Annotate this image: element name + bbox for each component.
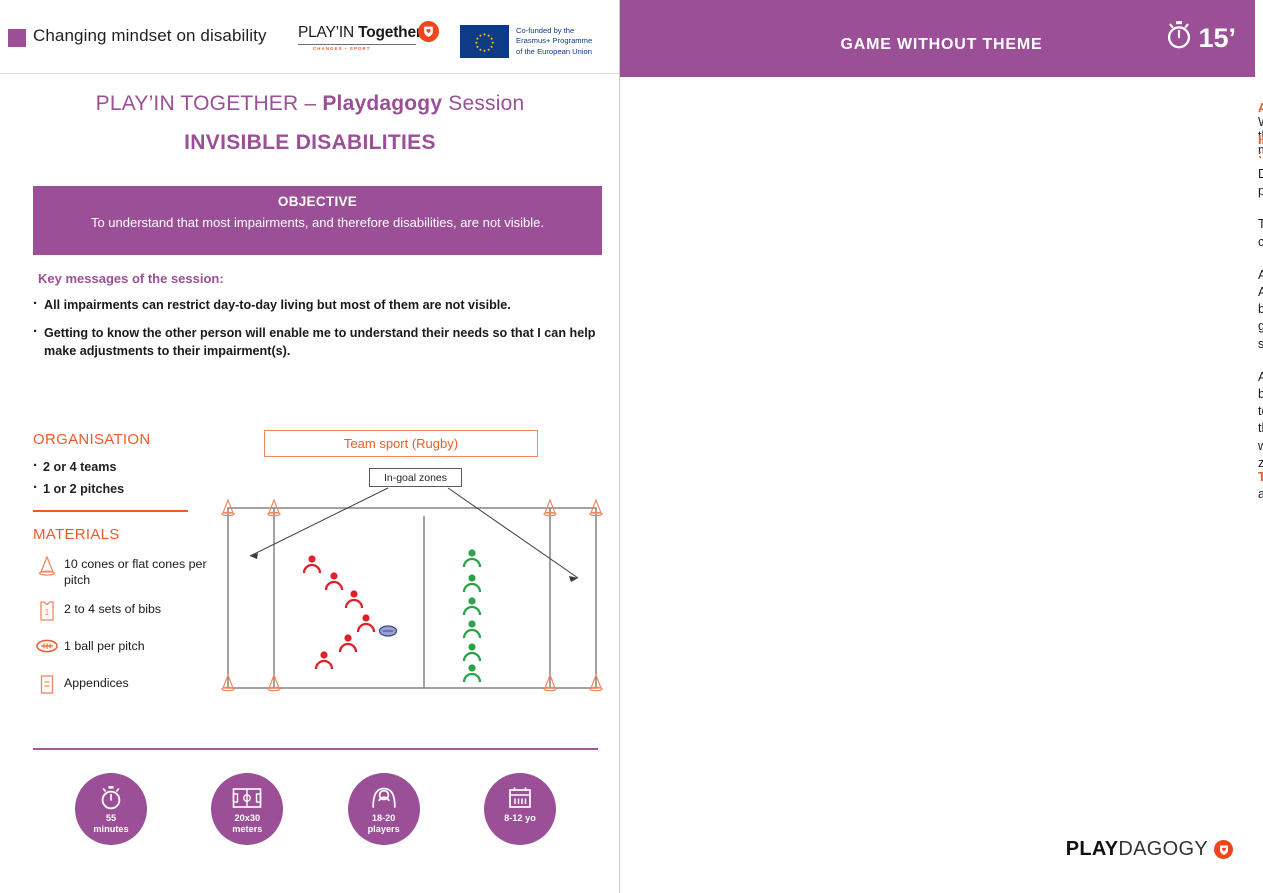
duration-value: 15’ — [1198, 23, 1236, 53]
shield-heart-icon — [418, 21, 439, 42]
round-over-row: The round is over : after a 5 minute mat… — [1258, 469, 1263, 503]
material-label: 1 ball per pitch — [64, 639, 145, 653]
banner-title: Changing mindset on disability — [33, 26, 267, 45]
shield-heart-icon — [1214, 840, 1233, 859]
left-column: Changing mindset on disability PLAY’IN T… — [0, 0, 620, 893]
stat-badge-pitch-size: 20x30 meters — [211, 773, 284, 845]
banner-square-marker — [8, 29, 26, 47]
page-root: Changing mindset on disability PLAY’IN T… — [0, 0, 1263, 893]
stat-line2: players — [367, 823, 400, 834]
key-messages-heading: Key messages of the session: — [38, 271, 224, 286]
logo-main: PLAY’IN — [298, 24, 359, 41]
materials-list: 10 cones or flat cones per pitch 1 2 to … — [30, 554, 225, 710]
material-label: 2 to 4 sets of bibs — [64, 602, 162, 616]
stopwatch-icon — [98, 784, 124, 811]
pitch-diagram: In-goal zones — [212, 468, 612, 708]
rugby-ball-icon — [30, 636, 64, 655]
instructions-label: Instructions : — [1258, 133, 1263, 161]
instructions-label-row: Instructions : — [1258, 133, 1263, 161]
calendar-icon — [507, 784, 533, 811]
key-messages-list: All impairments can restrict day-to-day … — [33, 295, 598, 370]
section-divider — [33, 510, 188, 512]
eu-text-line2: Erasmus+ Programme — [516, 36, 593, 46]
objective-text: To understand that most impairments, and… — [90, 215, 545, 230]
stat-line1: 8-12 yo — [504, 813, 536, 823]
session-subtitle: INVISIBLE DISABILITIES — [184, 131, 436, 154]
bottom-divider — [33, 748, 598, 750]
stat-line2: minutes — [93, 823, 129, 834]
ingoal-zones-label: In-goal zones — [369, 468, 462, 487]
materials-heading: MATERIALS — [33, 526, 120, 543]
stat-label: 8-12 yo — [504, 813, 536, 824]
game-duration: 15’ — [1164, 20, 1236, 57]
list-item: Getting to know the other person will en… — [33, 323, 598, 360]
playdagogy-logo-light: DAGOGY — [1118, 838, 1208, 860]
session-title-suffix: Session — [442, 92, 525, 115]
session-title-prefix: PLAY’IN TOGETHER – — [95, 92, 323, 115]
objective-heading: OBJECTIVE — [277, 194, 358, 209]
eu-flag-icon — [460, 25, 509, 58]
playin-together-wordmark: PLAY’IN Together — [298, 24, 422, 42]
round-over-label: The round is over : — [1258, 470, 1263, 484]
session-title: PLAY’IN TOGETHER – Playdagogy Session — [0, 92, 620, 116]
pitch-icon — [232, 784, 262, 811]
session-title-bold: Playdagogy — [322, 92, 443, 115]
organisation-heading: ORGANISATION — [33, 431, 151, 448]
stat-label: 55 minutes — [93, 813, 128, 834]
rugby-ball-icon — [378, 625, 398, 637]
document-icon — [30, 673, 64, 695]
material-label: 10 cones or flat cones per pitch — [64, 557, 207, 587]
stat-line2: meters — [232, 823, 263, 834]
stat-label: 20x30 meters — [232, 813, 262, 834]
top-bar: Changing mindset on disability PLAY’IN T… — [0, 0, 620, 74]
eu-funding-logo: Co-funded by the Erasmus+ Programme of t… — [460, 25, 607, 58]
logo-underline — [298, 44, 416, 45]
list-item: 1 ball per pitch — [30, 636, 225, 662]
objective-box: OBJECTIVE To understand that most impair… — [33, 186, 602, 255]
list-item: All impairments can restrict day-to-day … — [33, 295, 598, 314]
logo-tagline: CHANGES • SPORT — [313, 46, 371, 51]
sport-type-badge: Team sport (Rugby) — [264, 430, 538, 457]
list-item: 1 2 to 4 sets of bibs — [30, 599, 225, 625]
stat-line1: 20x30 — [234, 813, 261, 823]
playin-together-logo: PLAY’IN Together CHANGES • SPORT — [298, 21, 439, 63]
instruction-paragraph: Divide the children into 2 to 4 teams de… — [1258, 167, 1263, 199]
aim-label: Aim : — [1258, 101, 1263, 115]
cone-icon — [30, 554, 64, 577]
stat-badge-age: 8-12 yo — [483, 773, 556, 845]
bib-icon: 1 — [30, 599, 64, 622]
instructions-body: Divide the children into 2 to 4 teams de… — [1258, 166, 1263, 488]
stat-label: 18-20 players — [368, 813, 400, 834]
stat-badge-duration: 55 minutes — [75, 773, 147, 845]
pitch-diagram-svg — [221, 487, 603, 692]
svg-text:1: 1 — [45, 608, 50, 617]
organisation-list: 2 or 4 teams 1 or 2 pitches — [33, 455, 213, 500]
eu-text-line3: of the European Union — [516, 46, 592, 56]
logo-bold: Together — [358, 24, 422, 41]
list-item: 1 or 2 pitches — [33, 477, 213, 500]
list-item: 10 cones or flat cones per pitch — [30, 554, 225, 588]
eu-funding-text: Co-funded by the Erasmus+ Programme of t… — [516, 25, 592, 58]
material-label: Appendices — [64, 676, 129, 690]
list-item: 2 or 4 teams — [33, 455, 213, 478]
list-item: Appendices — [30, 673, 225, 699]
instruction-paragraph: A « touch » replaces a tackle and happen… — [1258, 369, 1263, 470]
players-icon — [369, 784, 399, 811]
instruction-paragraph: The rules are adapted from « touch rugby… — [1258, 217, 1263, 249]
right-column: GAME WITHOUT THEME 15’ Aim : Win the mat… — [620, 0, 1263, 893]
playdagogy-logo: PLAY DAGOGY — [1066, 838, 1233, 861]
stat-line1: 18-20 — [371, 813, 396, 823]
stats-row: 55 minutes 20x30 meters 18-20 players 8-… — [33, 773, 598, 845]
stopwatch-icon — [1164, 20, 1194, 57]
playdagogy-logo-bold: PLAY — [1065, 838, 1119, 860]
instruction-paragraph: At the beginning of the game or each tim… — [1258, 267, 1263, 351]
eu-text-line1: Co-funded by the — [516, 26, 575, 35]
stat-line1: 55 — [105, 813, 117, 823]
stat-badge-players: 18-20 players — [347, 773, 420, 845]
